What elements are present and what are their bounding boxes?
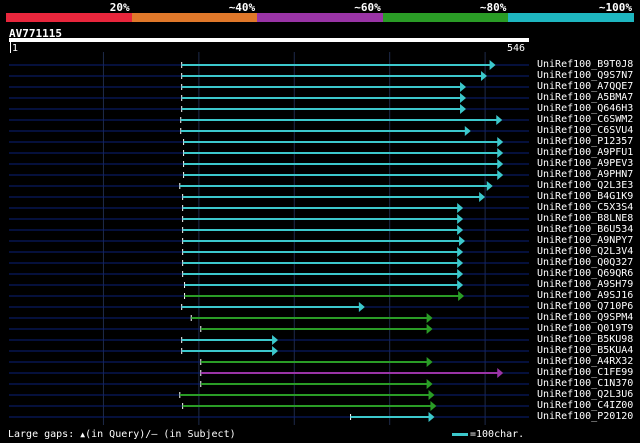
hit-arrow: [497, 368, 504, 378]
hit-arrow: [460, 104, 467, 114]
hit-link[interactable]: UniRef100_A9NPY7: [537, 235, 633, 246]
hit-link[interactable]: UniRef100_C6SVU4: [537, 125, 633, 136]
hit-arrow: [458, 291, 465, 301]
hit-link[interactable]: UniRef100_P20120: [537, 411, 633, 422]
hit-link[interactable]: UniRef100_C6SWM2: [537, 114, 633, 125]
gaps-prefix: Large gaps:: [8, 429, 75, 440]
hit-link[interactable]: UniRef100_Q019T9: [537, 323, 633, 334]
hit-link[interactable]: UniRef100_Q2L3E3: [537, 180, 633, 191]
gaps-legend: Large gaps: ▲(in Query)/– (in Subject): [8, 429, 236, 440]
hit-arrow: [489, 60, 496, 70]
hit-arrow: [426, 357, 433, 367]
hit-link[interactable]: UniRef100_C4IZ00: [537, 400, 633, 411]
hit-link[interactable]: UniRef100_Q646H3: [537, 103, 633, 114]
hit-link[interactable]: UniRef100_C5X3S4: [537, 202, 633, 213]
hit-link[interactable]: UniRef100_B8LNE8: [537, 213, 633, 224]
hit-link[interactable]: UniRef100_B5KUA4: [537, 345, 633, 356]
hit-arrow: [497, 137, 504, 147]
hit-link[interactable]: UniRef100_Q9SPM4: [537, 312, 633, 323]
hit-arrow: [428, 412, 435, 422]
hit-arrow: [496, 115, 503, 125]
hit-link[interactable]: UniRef100_Q2L3U6: [537, 389, 633, 400]
hit-link[interactable]: UniRef100_Q0Q327: [537, 257, 633, 268]
scale-text: =100char.: [470, 429, 525, 440]
hit-arrow: [457, 280, 464, 290]
hit-arrow: [457, 247, 464, 257]
hit-arrow: [272, 346, 279, 356]
hit-link[interactable]: UniRef100_A7QQE7: [537, 81, 633, 92]
hit-arrow: [457, 203, 464, 213]
hit-arrow: [457, 258, 464, 268]
hit-link[interactable]: UniRef100_A5BMA7: [537, 92, 633, 103]
hit-arrow: [358, 302, 365, 312]
hit-arrow: [459, 236, 466, 246]
hit-arrow: [426, 324, 433, 334]
hit-arrow: [272, 335, 279, 345]
hit-arrow: [430, 401, 437, 411]
hit-arrow: [481, 71, 488, 81]
hit-arrow: [497, 148, 504, 158]
scale-legend: =100char.: [452, 429, 524, 440]
hit-link[interactable]: UniRef100_C1FE99: [537, 367, 633, 378]
hit-link[interactable]: UniRef100_Q710P6: [537, 301, 633, 312]
hit-arrow: [497, 170, 504, 180]
hit-link[interactable]: UniRef100_B5KU98: [537, 334, 633, 345]
hit-link[interactable]: UniRef100_A9PFU1: [537, 147, 633, 158]
hit-link[interactable]: UniRef100_Q69QR6: [537, 268, 633, 279]
hit-link[interactable]: UniRef100_Q2L3V4: [537, 246, 633, 257]
hit-link[interactable]: UniRef100_A4RX32: [537, 356, 633, 367]
hit-link[interactable]: UniRef100_B6U534: [537, 224, 633, 235]
hit-link[interactable]: UniRef100_A9PHN7: [537, 169, 633, 180]
hit-arrow: [460, 93, 467, 103]
gaps-text: (in Query)/– (in Subject): [85, 429, 236, 440]
hit-link[interactable]: UniRef100_B4G1K9: [537, 191, 633, 202]
hit-link[interactable]: UniRef100_Q9S7N7: [537, 70, 633, 81]
hit-link[interactable]: UniRef100_C1N370: [537, 378, 633, 389]
hit-link[interactable]: UniRef100_A9SH79: [537, 279, 633, 290]
hit-arrow: [497, 159, 504, 169]
hit-arrow: [426, 313, 433, 323]
hit-arrow: [428, 390, 435, 400]
hit-arrow: [426, 379, 433, 389]
hit-arrow: [460, 82, 467, 92]
scale-swatch: [452, 432, 468, 436]
hit-arrow: [486, 181, 493, 191]
hit-link[interactable]: UniRef100_B9T0J8: [537, 59, 633, 70]
hit-link[interactable]: UniRef100_A9SJ16: [537, 290, 633, 301]
hit-link[interactable]: UniRef100_P12357: [537, 136, 633, 147]
hit-arrow: [457, 269, 464, 279]
hit-arrow: [457, 225, 464, 235]
hit-arrow: [457, 214, 464, 224]
hit-arrow: [464, 126, 471, 136]
hit-arrow: [479, 192, 486, 202]
hit-link[interactable]: UniRef100_A9PEV3: [537, 158, 633, 169]
